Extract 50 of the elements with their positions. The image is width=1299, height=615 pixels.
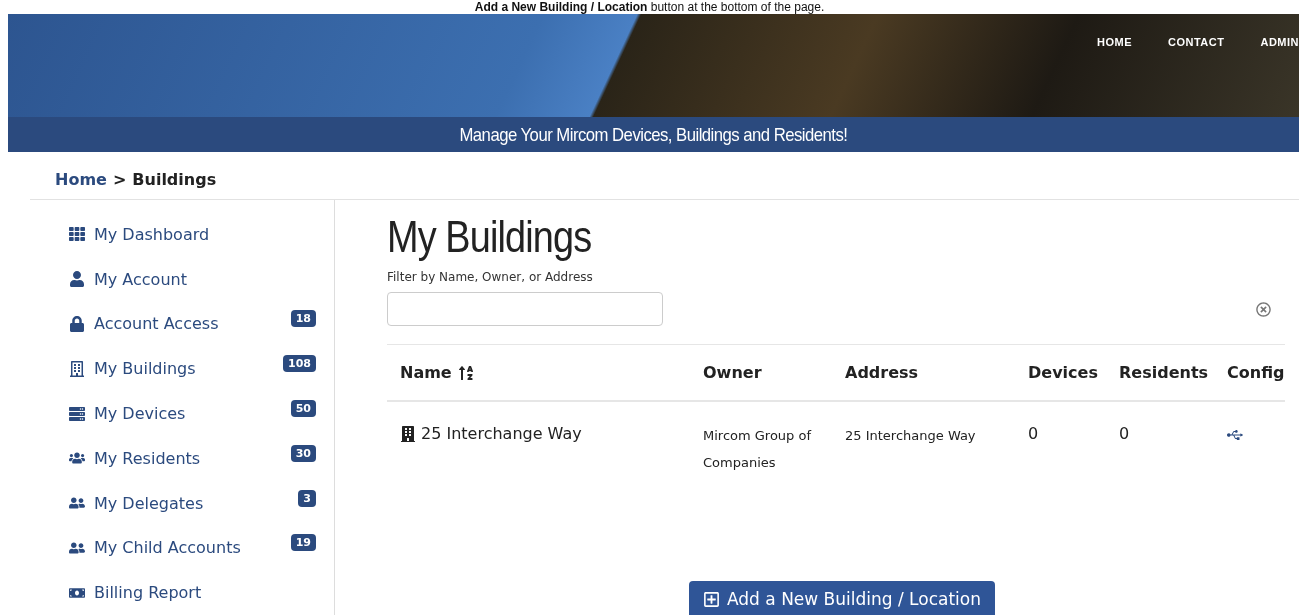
count-badge: 18 [290, 310, 316, 328]
breadcrumb-separator: > [112, 170, 127, 189]
table-cell-text: Mircom Group of Companies [703, 427, 813, 472]
grid-icon [68, 226, 86, 243]
usb-icon[interactable] [1227, 427, 1243, 443]
sort-icon[interactable] [457, 364, 474, 381]
column-header[interactable]: Name [400, 363, 452, 382]
column-header[interactable]: Devices [1028, 363, 1098, 382]
building-icon [68, 360, 86, 377]
table-cell-text: 0 [1028, 423, 1039, 445]
clear-icon[interactable] [1256, 301, 1271, 317]
page-title: My Buildings [387, 212, 593, 262]
column-header[interactable]: Owner [703, 363, 762, 382]
tagline-text: Manage Your Mircom Devices, Buildings and Residents! [459, 123, 848, 146]
users-icon [68, 495, 86, 512]
user-icon [68, 271, 86, 288]
breadcrumb-current: Buildings [132, 170, 217, 189]
building-icon [400, 426, 416, 442]
sidebar-item[interactable]: My Account [68, 256, 316, 302]
sidebar-item[interactable]: My Delegates 3 [68, 480, 316, 526]
count-badge: 19 [290, 534, 316, 552]
column-header[interactable]: Address [845, 363, 919, 382]
nav-link[interactable]: CONTACT [1167, 36, 1225, 48]
lock-icon [68, 315, 86, 332]
breadcrumb-link[interactable]: Home [55, 170, 107, 189]
table-cell-text: 25 Interchange Way [421, 423, 582, 445]
nav-link[interactable]: ADMIN [1260, 36, 1299, 48]
column-header[interactable]: Config [1227, 363, 1285, 382]
sidebar-item[interactable]: My Buildings 108 [68, 346, 316, 392]
table-cell-text: 0 [1119, 423, 1130, 445]
users-icon [68, 450, 86, 467]
nav-link[interactable]: HOME [1096, 36, 1132, 48]
server-icon [68, 405, 86, 422]
plus-icon [703, 590, 720, 608]
count-badge: 50 [290, 400, 316, 417]
count-badge: 3 [298, 489, 316, 507]
sidebar-item[interactable]: Billing Report [68, 570, 316, 615]
sidebar-item[interactable]: My Child Accounts 19 [68, 525, 316, 571]
sidebar-item[interactable]: Account Access 18 [68, 301, 316, 347]
filter-field[interactable] [387, 292, 663, 326]
count-badge: 30 [290, 444, 316, 462]
sidebar-item[interactable]: My Residents 30 [68, 435, 316, 481]
filter-label: Filter by Name, Owner, or Address [387, 270, 594, 284]
add-building-button[interactable]: Add a New Building / Location [689, 581, 996, 615]
table-cell-text: 25 Interchange Way [845, 427, 976, 445]
column-header[interactable]: Residents [1119, 363, 1209, 382]
sidebar-item[interactable]: My Devices 50 [68, 391, 316, 436]
caption-text: Add a New Building / Location button at the bottom of the page. [473, 0, 826, 14]
sidebar-item[interactable]: My Dashboard [68, 212, 316, 257]
count-badge: 108 [283, 355, 316, 373]
